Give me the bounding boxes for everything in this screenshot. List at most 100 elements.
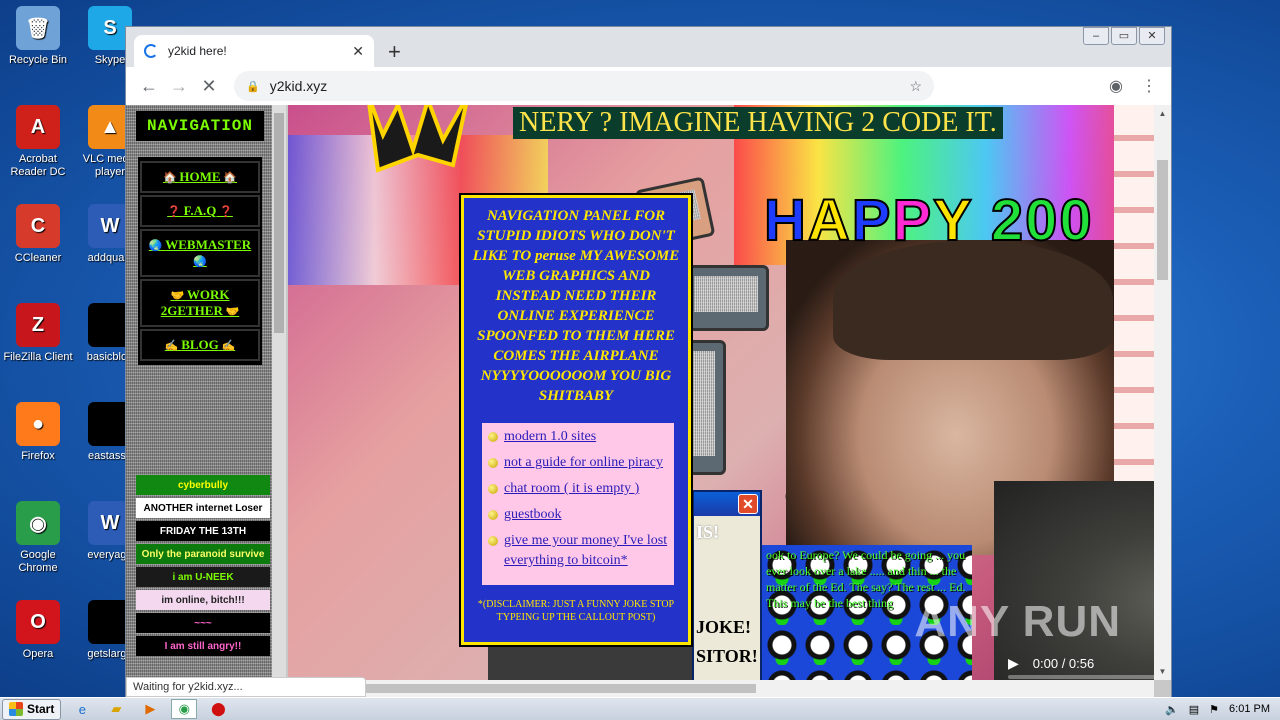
nav-emoji-icon: 🤝 xyxy=(170,290,187,302)
stop-icon[interactable]: ✕ xyxy=(194,76,224,97)
web-button-badge[interactable]: im online, bitch!!! xyxy=(136,590,270,610)
dialog-close-button[interactable]: ✕ xyxy=(738,494,758,514)
panel-text: NAVIGATION PANEL FOR STUPID IDIOTS WHO D… xyxy=(472,208,680,404)
scroll-down-icon[interactable]: ▼ xyxy=(1154,663,1171,680)
vertical-scrollbar[interactable]: ▲ ▼ xyxy=(1154,105,1171,680)
status-bubble: Waiting for y2kid.xyz... xyxy=(126,677,366,697)
new-tab-button[interactable]: + xyxy=(388,39,401,65)
web-button-badge[interactable]: ~~~ xyxy=(136,613,270,633)
panel-link[interactable]: modern 1.0 sites xyxy=(488,427,668,447)
panel-link[interactable]: give me your money I've lost everything … xyxy=(488,531,668,571)
nav-emoji-icon: ✍ xyxy=(218,340,236,352)
nav-emoji-icon: 🌏 xyxy=(148,240,166,252)
bullet-icon xyxy=(488,432,498,442)
headline-letter: Y xyxy=(932,187,973,254)
desktop-icon[interactable]: ◉ Google Chrome xyxy=(0,501,76,575)
nav-link[interactable]: 🌏 WEBMASTER 🌏 xyxy=(140,229,260,277)
start-label: Start xyxy=(27,702,55,716)
desktop-icon[interactable]: C CCleaner xyxy=(0,204,76,265)
bookmark-star-icon[interactable]: ☆ xyxy=(909,78,922,95)
desktop-icon[interactable]: O Opera xyxy=(0,600,76,661)
desktop-app-icon: A xyxy=(16,105,60,149)
video-player[interactable]: ▶ 0:00 / 0:56 🔊 ⛶ ⋮ xyxy=(994,481,1154,697)
dialog-text: JOKE! xyxy=(696,617,752,637)
browser-tab[interactable]: y2kid here! ✕ xyxy=(134,35,374,67)
happy-headline: HAPPY 200 xyxy=(763,187,1094,254)
address-bar[interactable]: 🔒 y2kid.xyz ☆ xyxy=(234,71,934,101)
tab-close-icon[interactable]: ✕ xyxy=(352,43,364,60)
dialog-titlebar: ✕ xyxy=(694,492,760,516)
browser-toolbar: ← → ✕ 🔒 y2kid.xyz ☆ ◉ ⋮ xyxy=(126,67,1171,105)
disclaimer-text: *(DISCLAIMER: JUST A FUNNY JOKE STOP TYP… xyxy=(477,599,675,623)
address-url: y2kid.xyz xyxy=(269,78,328,94)
desktop-icon-label: Recycle Bin xyxy=(8,54,68,66)
forward-icon[interactable]: → xyxy=(164,76,194,97)
web-button-badge[interactable]: ANOTHER internet Loser xyxy=(136,498,270,518)
panel-link[interactable]: chat room ( it is empty ) xyxy=(488,479,668,499)
menu-kebab-icon[interactable]: ⋮ xyxy=(1141,76,1157,96)
nav-link[interactable]: ❓ F.A.Q ❓ xyxy=(140,195,260,227)
media-player-icon[interactable]: ▶ xyxy=(137,699,163,719)
scroll-up-icon[interactable]: ▲ xyxy=(1154,105,1171,122)
horizontal-scroll-thumb[interactable] xyxy=(366,684,756,693)
desktop-app-icon: ● xyxy=(16,402,60,446)
lock-icon[interactable]: 🔒 xyxy=(246,80,260,93)
system-tray: 🔈 ▤ ⚑ 6:01 PM xyxy=(1165,703,1280,716)
vertical-scroll-thumb[interactable] xyxy=(1157,160,1168,280)
panel-link-label: not a guide for online piracy xyxy=(504,455,664,470)
desktop-icon[interactable]: 🗑 Recycle Bin xyxy=(0,6,76,67)
back-icon[interactable]: ← xyxy=(134,76,164,97)
nav-heading: NAVIGATION xyxy=(136,111,264,141)
ie-icon[interactable]: e xyxy=(69,699,95,719)
left-frame-scrollbar[interactable] xyxy=(272,105,286,680)
web-button-badge[interactable]: cyberbully xyxy=(136,475,270,495)
web-button-badge[interactable]: Only the paranoid survive xyxy=(136,544,270,564)
start-button[interactable]: Start xyxy=(2,698,62,720)
nav-menu: 🏠 HOME 🏠 ❓ F.A.Q ❓ 🌏 WEBMASTER 🌏 🤝 WORK 2GE… xyxy=(138,157,262,365)
marquee-banner: NERY ? IMAGINE HAVING 2 CODE IT. xyxy=(513,107,1003,139)
nav-link[interactable]: ✍ BLOG ✍ xyxy=(140,329,260,361)
account-icon[interactable]: ◉ xyxy=(1109,76,1123,96)
clock[interactable]: 6:01 PM xyxy=(1229,703,1270,715)
play-icon[interactable]: ▶ xyxy=(1008,655,1019,672)
left-scroll-thumb[interactable] xyxy=(274,113,284,333)
headline-letter: 200 xyxy=(972,187,1094,254)
desktop-icon[interactable]: ● Firefox xyxy=(0,402,76,463)
navigation-panel: NAVIGATION PANEL FOR STUPID IDIOTS WHO D… xyxy=(461,195,691,645)
nav-emoji-icon: 🏠 xyxy=(220,172,238,184)
minimize-button[interactable]: – xyxy=(1083,27,1109,45)
panel-link[interactable]: not a guide for online piracy xyxy=(488,453,668,473)
watermark: ANY RUN xyxy=(914,597,1121,646)
desktop-icon[interactable]: A Acrobat Reader DC xyxy=(0,105,76,179)
stop-sign-icon[interactable]: ⬤ xyxy=(205,699,231,719)
desktop-app-icon: ◉ xyxy=(16,501,60,545)
maximize-button[interactable]: ▭ xyxy=(1111,27,1137,45)
desktop-icon-label: FileZilla Client xyxy=(3,351,73,363)
nav-emoji-icon: ❓ xyxy=(216,206,233,218)
nav-emoji-icon: 🏠 xyxy=(162,172,180,184)
browser-window: – ▭ ✕ y2kid here! ✕ + ← → ✕ 🔒 y2kid.xyz … xyxy=(125,26,1172,697)
bullet-icon xyxy=(488,536,498,546)
web-button-badge[interactable]: FRIDAY THE 13TH xyxy=(136,521,270,541)
nav-emoji-icon: 🤝 xyxy=(222,306,240,318)
close-window-button[interactable]: ✕ xyxy=(1139,27,1165,45)
panel-link-list: modern 1.0 sites not a guide for online p… xyxy=(482,423,674,585)
nav-link-label: F.A.Q xyxy=(183,203,217,218)
nav-link[interactable]: 🤝 WORK 2GETHER 🤝 xyxy=(140,279,260,327)
web-button-badge[interactable]: i am U-NEEK xyxy=(136,567,270,587)
taskbar: Start e ▰ ▶ ◉ ⬤ 🔈 ▤ ⚑ 6:01 PM xyxy=(0,697,1280,720)
video-progress-bar[interactable] xyxy=(1008,675,1154,679)
video-time: 0:00 / 0:56 xyxy=(1032,656,1095,671)
flag-tray-icon[interactable]: ⚑ xyxy=(1209,703,1219,716)
dialog-text: SITOR! xyxy=(696,646,758,666)
network-tray-icon[interactable]: ▤ xyxy=(1189,703,1199,716)
explorer-icon[interactable]: ▰ xyxy=(103,699,129,719)
nav-link[interactable]: 🏠 HOME 🏠 xyxy=(140,161,260,193)
web-button-badge[interactable]: I am still angry!! xyxy=(136,636,270,656)
bullet-icon xyxy=(488,484,498,494)
volume-tray-icon[interactable]: 🔈 xyxy=(1165,703,1179,716)
desktop-icon[interactable]: Z FileZilla Client xyxy=(0,303,76,364)
chrome-taskbar-icon[interactable]: ◉ xyxy=(171,699,198,719)
panel-link[interactable]: guestbook xyxy=(488,505,668,525)
face-hair xyxy=(833,240,1113,360)
